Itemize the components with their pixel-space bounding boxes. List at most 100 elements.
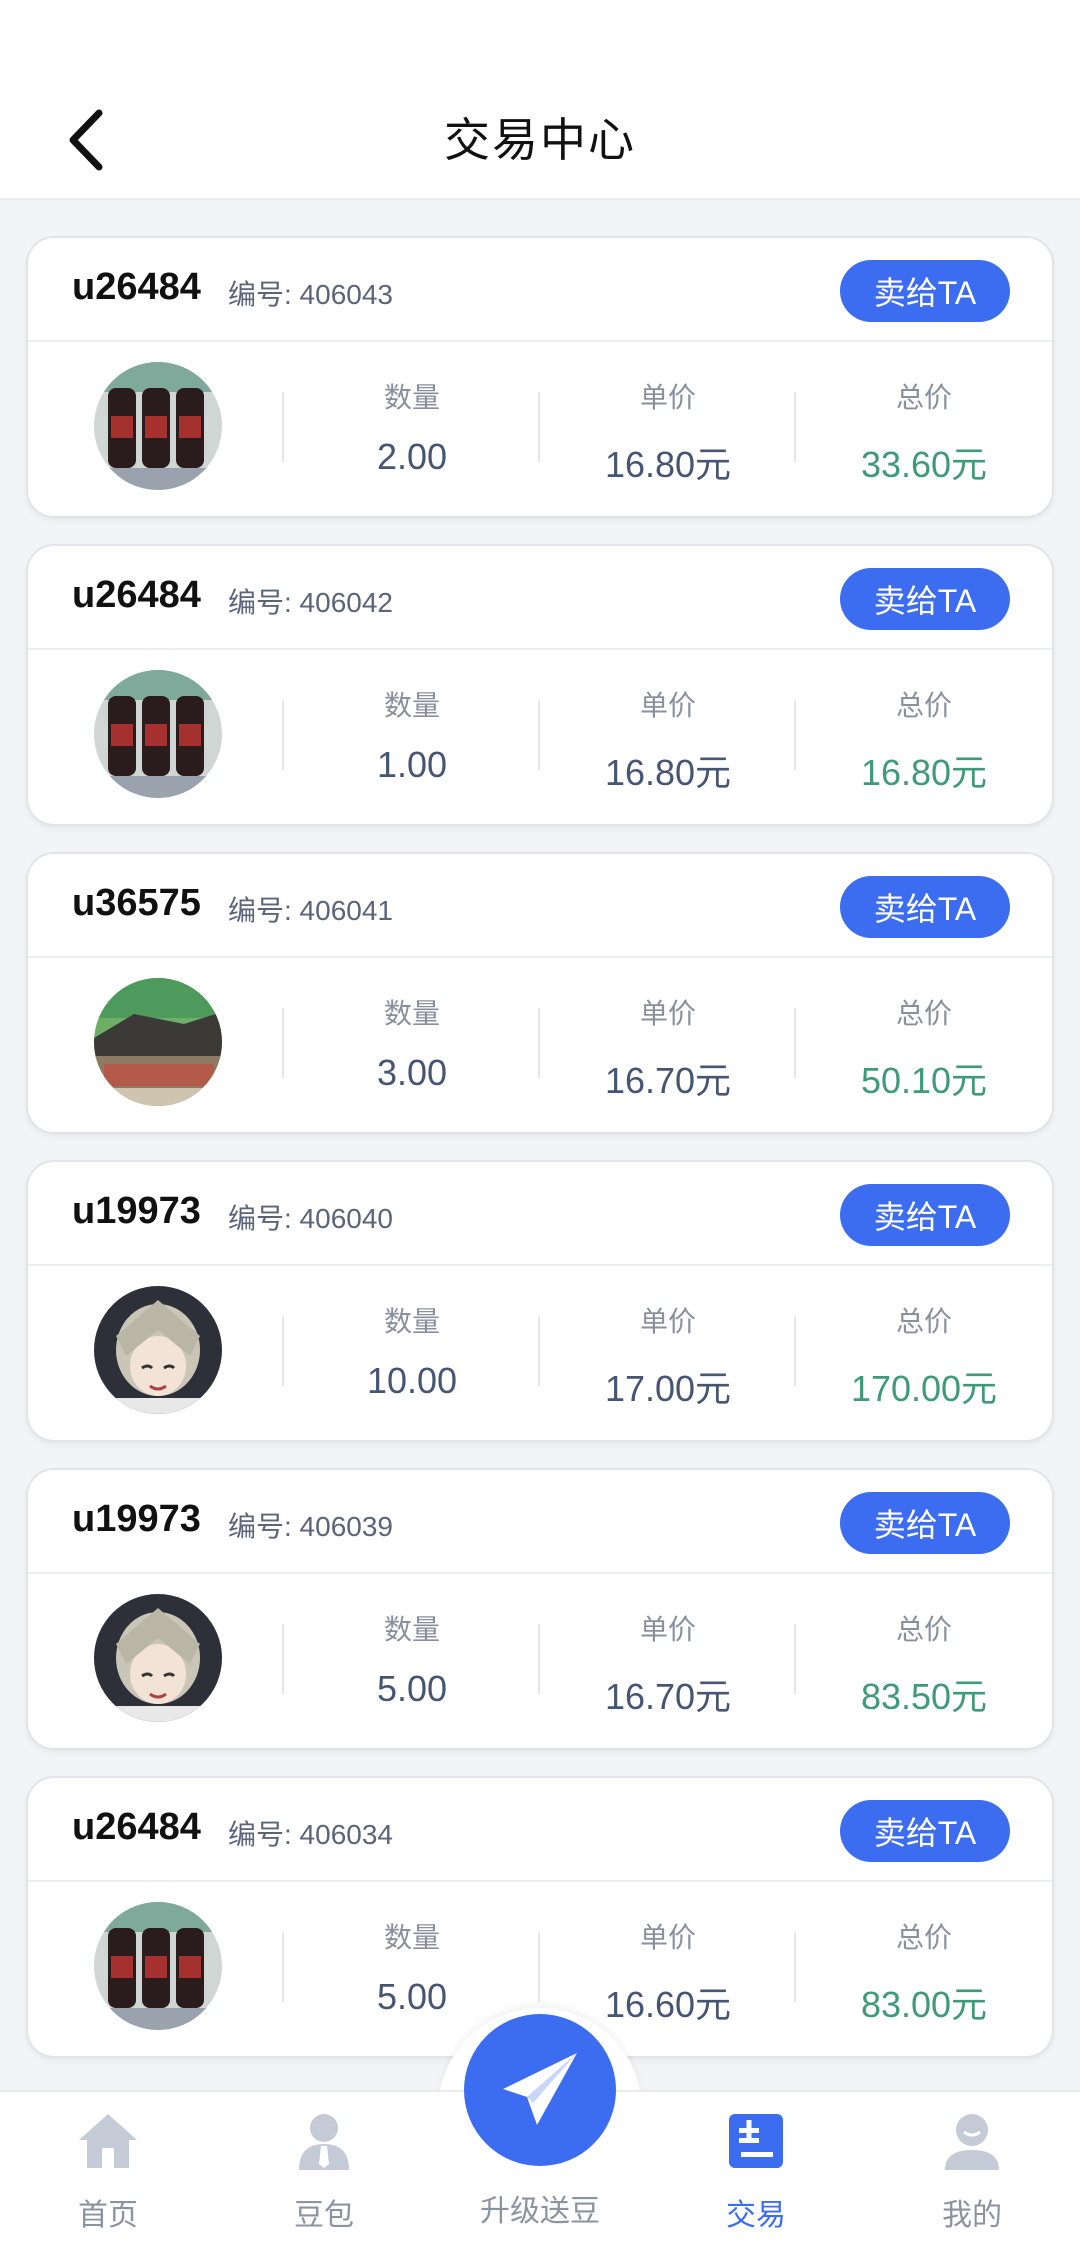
total-price-value: 33.60元 — [860, 444, 988, 485]
user-profile-icon — [945, 2114, 999, 2170]
quantity-cell: 数量 5.00 — [284, 1608, 540, 1710]
order-card: u19973 编号: 406040 卖给TA 数量 10.00 单价 17.00… — [26, 1160, 1054, 1442]
nav-label-trade: 交易 — [726, 2199, 786, 2232]
unit-price-cell: 单价 17.00元 — [540, 1300, 796, 1412]
total-price-value: 50.10元 — [860, 1060, 988, 1101]
sell-to-ta-button[interactable]: 卖给TA — [840, 1800, 1010, 1862]
order-number: 编号: 406034 — [228, 1819, 393, 1850]
total-price-value: 83.50元 — [860, 1676, 988, 1717]
username: u26484 — [72, 266, 201, 308]
order-card: u26484 编号: 406042 卖给TA 数量 1.00 单价 16.80元… — [26, 544, 1054, 826]
anime-character-avatar-icon — [94, 1594, 222, 1722]
quantity-value: 3.00 — [376, 1052, 448, 1093]
order-card-body: 数量 2.00 单价 16.80元 总价 33.60元 — [28, 342, 1052, 516]
sell-to-ta-button[interactable]: 卖给TA — [840, 260, 1010, 322]
avatar — [94, 1902, 222, 2030]
total-price-cell: 总价 83.00元 — [796, 1916, 1052, 2028]
sell-to-ta-button[interactable]: 卖给TA — [840, 1492, 1010, 1554]
quantity-cell: 数量 2.00 — [284, 376, 540, 478]
total-price-cell: 总价 170.00元 — [796, 1300, 1052, 1412]
total-price-cell: 总价 16.80元 — [796, 684, 1052, 796]
quantity-label: 数量 — [383, 1614, 440, 1645]
quantity-value: 2.00 — [376, 436, 448, 477]
total-price-value: 170.00元 — [850, 1368, 998, 1409]
order-card-header: u19973 编号: 406040 卖给TA — [28, 1162, 1052, 1266]
order-card-header: u36575 编号: 406041 卖给TA — [28, 854, 1052, 958]
nav-item-beans[interactable]: 豆包 — [216, 2092, 432, 2244]
avatar — [94, 670, 222, 798]
order-card-header: u26484 编号: 406034 卖给TA — [28, 1778, 1052, 1882]
header-bar: 交易中心 — [0, 0, 1080, 200]
person-icon — [299, 2114, 349, 2170]
unit-price-label: 单价 — [639, 382, 696, 413]
total-price-cell: 总价 83.50元 — [796, 1608, 1052, 1720]
unit-price-label: 单价 — [639, 998, 696, 1029]
total-price-value: 16.80元 — [860, 752, 988, 793]
quantity-cell: 数量 10.00 — [284, 1300, 540, 1402]
quantity-label: 数量 — [383, 382, 440, 413]
unit-price-label: 单价 — [639, 1614, 696, 1645]
unit-price-cell: 单价 16.80元 — [540, 376, 796, 488]
unit-price-label: 单价 — [639, 1922, 696, 1953]
username: u36575 — [72, 882, 201, 924]
order-card: u19973 编号: 406039 卖给TA 数量 5.00 单价 16.70元… — [26, 1468, 1054, 1750]
order-card-header: u19973 编号: 406039 卖给TA — [28, 1470, 1052, 1574]
total-price-label: 总价 — [895, 382, 952, 413]
quantity-value: 5.00 — [376, 1976, 448, 2017]
nav-item-home[interactable]: 首页 — [0, 2092, 216, 2244]
home-icon — [79, 2114, 137, 2168]
username: u26484 — [72, 1806, 201, 1848]
quantity-label: 数量 — [383, 690, 440, 721]
upgrade-send-beans-button[interactable] — [464, 2014, 616, 2166]
total-price-label: 总价 — [895, 1306, 952, 1337]
order-number: 编号: 406040 — [228, 1203, 393, 1234]
page-title: 交易中心 — [444, 114, 636, 166]
quantity-label: 数量 — [383, 998, 440, 1029]
order-number: 编号: 406042 — [228, 587, 393, 618]
nav-item-mine[interactable]: 我的 — [864, 2092, 1080, 2244]
sell-to-ta-button[interactable]: 卖给TA — [840, 1184, 1010, 1246]
quantity-cell: 数量 1.00 — [284, 684, 540, 786]
trade-icon — [729, 2114, 783, 2168]
sell-to-ta-button[interactable]: 卖给TA — [840, 568, 1010, 630]
anime-character-avatar-icon — [94, 1286, 222, 1414]
order-card: u26484 编号: 406043 卖给TA 数量 2.00 单价 16.80元… — [26, 236, 1054, 518]
order-list: u26484 编号: 406043 卖给TA 数量 2.00 单价 16.80元… — [26, 236, 1054, 2084]
unit-price-label: 单价 — [639, 690, 696, 721]
unit-price-value: 16.70元 — [604, 1060, 732, 1101]
total-price-label: 总价 — [895, 690, 952, 721]
unit-price-value: 17.00元 — [604, 1368, 732, 1409]
order-card-body: 数量 3.00 单价 16.70元 总价 50.10元 — [28, 958, 1052, 1132]
nav-label-upgrade: 升级送豆 — [480, 2195, 600, 2228]
unit-price-value: 16.80元 — [604, 752, 732, 793]
quantity-value: 10.00 — [366, 1360, 458, 1401]
quantity-cell: 数量 5.00 — [284, 1916, 540, 2018]
order-card-header: u26484 编号: 406042 卖给TA — [28, 546, 1052, 650]
unit-price-value: 16.70元 — [604, 1676, 732, 1717]
total-price-cell: 总价 50.10元 — [796, 992, 1052, 1104]
quantity-value: 5.00 — [376, 1668, 448, 1709]
order-card: u36575 编号: 406041 卖给TA 数量 3.00 单价 16.70元… — [26, 852, 1054, 1134]
avatar — [94, 362, 222, 490]
unit-price-label: 单价 — [639, 1306, 696, 1337]
nav-item-trade[interactable]: 交易 — [648, 2092, 864, 2244]
username: u19973 — [72, 1190, 201, 1232]
avatar — [94, 1594, 222, 1722]
avatar — [94, 978, 222, 1106]
unit-price-value: 16.80元 — [604, 444, 732, 485]
nav-label-mine: 我的 — [942, 2199, 1002, 2232]
order-card-body: 数量 10.00 单价 17.00元 总价 170.00元 — [28, 1266, 1052, 1440]
quantity-label: 数量 — [383, 1922, 440, 1953]
unit-price-cell: 单价 16.70元 — [540, 992, 796, 1104]
unit-price-cell: 单价 16.70元 — [540, 1608, 796, 1720]
unit-price-cell: 单价 16.80元 — [540, 684, 796, 796]
quantity-label: 数量 — [383, 1306, 440, 1337]
username: u26484 — [72, 574, 201, 616]
total-price-label: 总价 — [895, 1614, 952, 1645]
total-price-label: 总价 — [895, 1922, 952, 1953]
quantity-cell: 数量 3.00 — [284, 992, 540, 1094]
total-price-value: 83.00元 — [860, 1984, 988, 2025]
order-card-body: 数量 1.00 单价 16.80元 总价 16.80元 — [28, 650, 1052, 824]
sell-to-ta-button[interactable]: 卖给TA — [840, 876, 1010, 938]
avatar — [94, 1286, 222, 1414]
